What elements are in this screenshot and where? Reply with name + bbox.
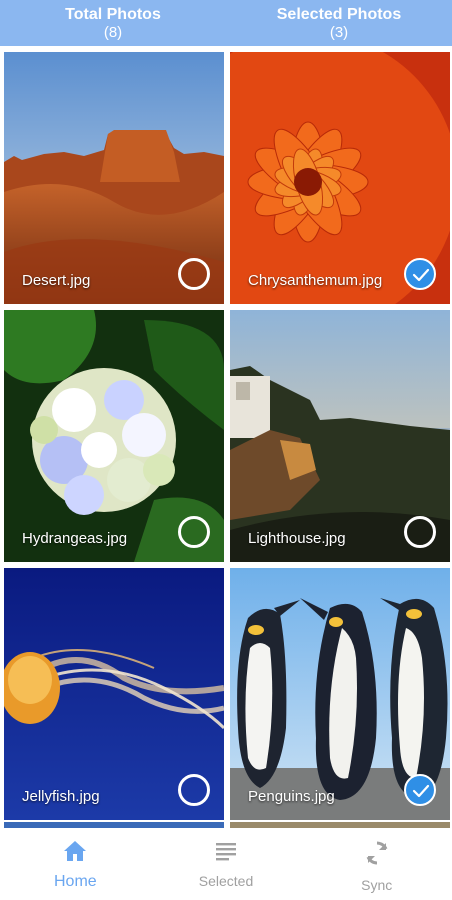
select-checkbox[interactable] [178,258,210,290]
photo-tile-hydrangeas[interactable]: Hydrangeas.jpg [4,310,224,562]
photo-grid: Desert.jpg Chrysanthemum.jpg Hydrangeas.… [4,52,450,822]
nav-home-label: Home [53,873,97,890]
bottom-navigation: Home Selected Sync [0,828,452,900]
select-checkbox[interactable] [178,774,210,806]
nav-sync[interactable]: Sync [301,828,452,900]
selected-photos-label: Selected Photos [276,6,402,23]
nav-selected-label: Selected [198,873,254,889]
total-photos-count: (8) [103,24,123,41]
select-checkbox[interactable] [178,516,210,548]
photo-filename: Desert.jpg [22,272,91,289]
select-checkbox[interactable] [404,516,436,548]
sync-icon [366,841,388,865]
photo-tile-chrysanthemum[interactable]: Chrysanthemum.jpg [230,52,450,304]
total-photos-label: Total Photos [65,6,161,23]
home-icon [64,841,87,861]
selected-photos-count: (3) [329,24,349,41]
checkmark-icon [412,268,430,282]
checkmark-icon [412,784,430,798]
select-checkbox-checked[interactable] [404,258,436,290]
nav-sync-label: Sync [361,877,393,893]
list-icon [216,843,236,861]
total-photos-summary: Total Photos (8) [0,0,226,46]
selected-photos-summary: Selected Photos (3) [226,0,452,46]
select-checkbox-checked[interactable] [404,774,436,806]
summary-header: Total Photos (8) Selected Photos (3) [0,0,452,46]
photo-tile-desert[interactable]: Desert.jpg [4,52,224,304]
photo-tile-penguins[interactable]: Penguins.jpg [230,568,450,820]
nav-home[interactable]: Home [0,828,151,900]
photo-filename: Lighthouse.jpg [248,530,346,547]
photo-tile-jellyfish[interactable]: Jellyfish.jpg [4,568,224,820]
nav-selected[interactable]: Selected [151,828,302,900]
photo-filename: Hydrangeas.jpg [22,530,128,547]
photo-filename: Chrysanthemum.jpg [248,272,383,289]
photo-filename: Jellyfish.jpg [22,788,100,805]
photo-tile-lighthouse[interactable]: Lighthouse.jpg [230,310,450,562]
photo-filename: Penguins.jpg [248,788,335,805]
